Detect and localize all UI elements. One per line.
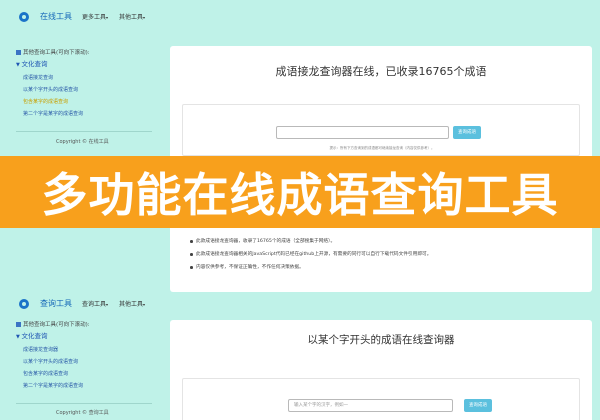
- sidebar-item-starts-with[interactable]: 以某个字开头的成语查询: [23, 358, 78, 365]
- nav-menu-label: 其他工具: [119, 301, 144, 308]
- top-navbar: 在线工具 更多工具▾ 其他工具▾: [0, 0, 600, 34]
- sidebar-heading-text: 其他查询工具(可向下滚动):: [23, 322, 90, 328]
- sidebar-item-second-char[interactable]: 第二个字是某字的成语查询: [23, 382, 83, 389]
- sidebar-category[interactable]: ▼ 文化查询: [16, 330, 47, 340]
- sidebar-item-contains[interactable]: 包含某字的成语查询: [23, 370, 68, 377]
- page-title: 成语接龙查询器在线，已收录16765个成语: [275, 65, 487, 78]
- nav-menu-label: 查询工具: [82, 301, 107, 308]
- caret-down-icon: ▾: [143, 302, 146, 307]
- nav-menu-label: 其他工具: [119, 14, 144, 21]
- search-form: 输入某个字的汉字，例如一 查询成语: [182, 378, 580, 420]
- top-screen: 在线工具 更多工具▾ 其他工具▾ 其他查询工具(可向下滚动): ▼ 文化查询 成…: [0, 0, 600, 292]
- nav-menu-label: 更多工具: [82, 14, 107, 21]
- grid-tile-icon: [16, 49, 21, 55]
- sidebar-item-idiom-chain[interactable]: 成语接龙查询器: [23, 346, 58, 353]
- search-input[interactable]: [276, 126, 449, 139]
- note-item: 此款成语接龙查询器相关的JavaScript代码已经在github上开源，有需要…: [189, 252, 432, 257]
- sidebar-item-second-char[interactable]: 第二个字是某字的成语查询: [23, 110, 83, 117]
- sidebar-item-starts-with[interactable]: 以某个字开头的成语查询: [23, 86, 78, 93]
- sidebar-heading: 其他查询工具(可向下滚动):: [16, 48, 90, 56]
- copyright-text: Copyright © 查询工具: [56, 410, 109, 416]
- sidebar-item-idiom-chain[interactable]: 成语接龙查询: [23, 74, 53, 81]
- sidebar-divider: [16, 403, 152, 404]
- note-item: 此款成语接龙查询器，收录了16765个的成语（全部搜集于网络）。: [189, 239, 336, 244]
- search-input[interactable]: 输入某个字的汉字，例如一: [288, 399, 453, 412]
- bottom-navbar: 查询工具 查询工具▾ 其他工具▾: [0, 292, 600, 321]
- bottom-sidebar: 其他查询工具(可向下滚动): ▼ 文化查询 成语接龙查询器 以某个字开头的成语查…: [16, 320, 152, 420]
- grid-tile-icon: [16, 321, 21, 327]
- page-title: 以某个字开头的成语在线查询器: [307, 334, 455, 346]
- nav-menu-more-tools[interactable]: 更多工具▾: [82, 12, 108, 21]
- brand-link[interactable]: 查询工具: [40, 298, 72, 309]
- sidebar-category[interactable]: ▼ 文化查询: [16, 58, 47, 68]
- caret-down-icon: ▾: [143, 15, 146, 20]
- search-form: 查询成语 提示：所有下方查询到的成语都可继续接龙查询（内容仅供参考）。: [182, 104, 580, 156]
- brand-link[interactable]: 在线工具: [40, 11, 72, 22]
- sidebar-category-label: 文化查询: [21, 332, 48, 340]
- search-button[interactable]: 查询成语: [453, 126, 481, 139]
- logo-circle-icon[interactable]: [19, 299, 29, 309]
- sidebar-divider: [16, 131, 152, 132]
- logo-circle-icon[interactable]: [19, 12, 29, 22]
- banner-title: 多功能在线成语查询工具: [41, 168, 559, 222]
- nav-menu-other-tools[interactable]: 其他工具▾: [119, 299, 145, 308]
- copyright-text: Copyright © 在线工具: [56, 139, 109, 145]
- sidebar-category-label: 文化查询: [21, 60, 48, 68]
- caret-down-icon: ▾: [106, 15, 109, 20]
- sidebar-item-contains[interactable]: 包含某字的成语查询: [23, 98, 68, 105]
- note-item: 内容仅供参考，不保证正确性，不作任何决策依据。: [190, 265, 304, 270]
- title-banner: 多功能在线成语查询工具: [0, 156, 600, 228]
- nav-menu-other-tools[interactable]: 其他工具▾: [119, 12, 145, 21]
- nav-menu-query-tools[interactable]: 查询工具▾: [82, 299, 108, 308]
- search-hint: 提示：所有下方查询到的成语都可继续接龙查询（内容仅供参考）。: [329, 146, 435, 150]
- sidebar-heading-text: 其他查询工具(可向下滚动):: [23, 50, 90, 56]
- top-sidebar: 其他查询工具(可向下滚动): ▼ 文化查询 成语接龙查询 以某个字开头的成语查询…: [16, 48, 152, 152]
- main-panel: 以某个字开头的成语在线查询器 输入某个字的汉字，例如一 查询成语: [170, 320, 592, 420]
- sidebar-heading: 其他查询工具(可向下滚动):: [16, 320, 90, 328]
- caret-down-icon: ▾: [106, 302, 109, 307]
- search-button[interactable]: 查询成语: [464, 399, 492, 412]
- bottom-screen: 查询工具 查询工具▾ 其他工具▾ 其他查询工具(可向下滚动): ▼ 文化查询 成…: [0, 292, 600, 420]
